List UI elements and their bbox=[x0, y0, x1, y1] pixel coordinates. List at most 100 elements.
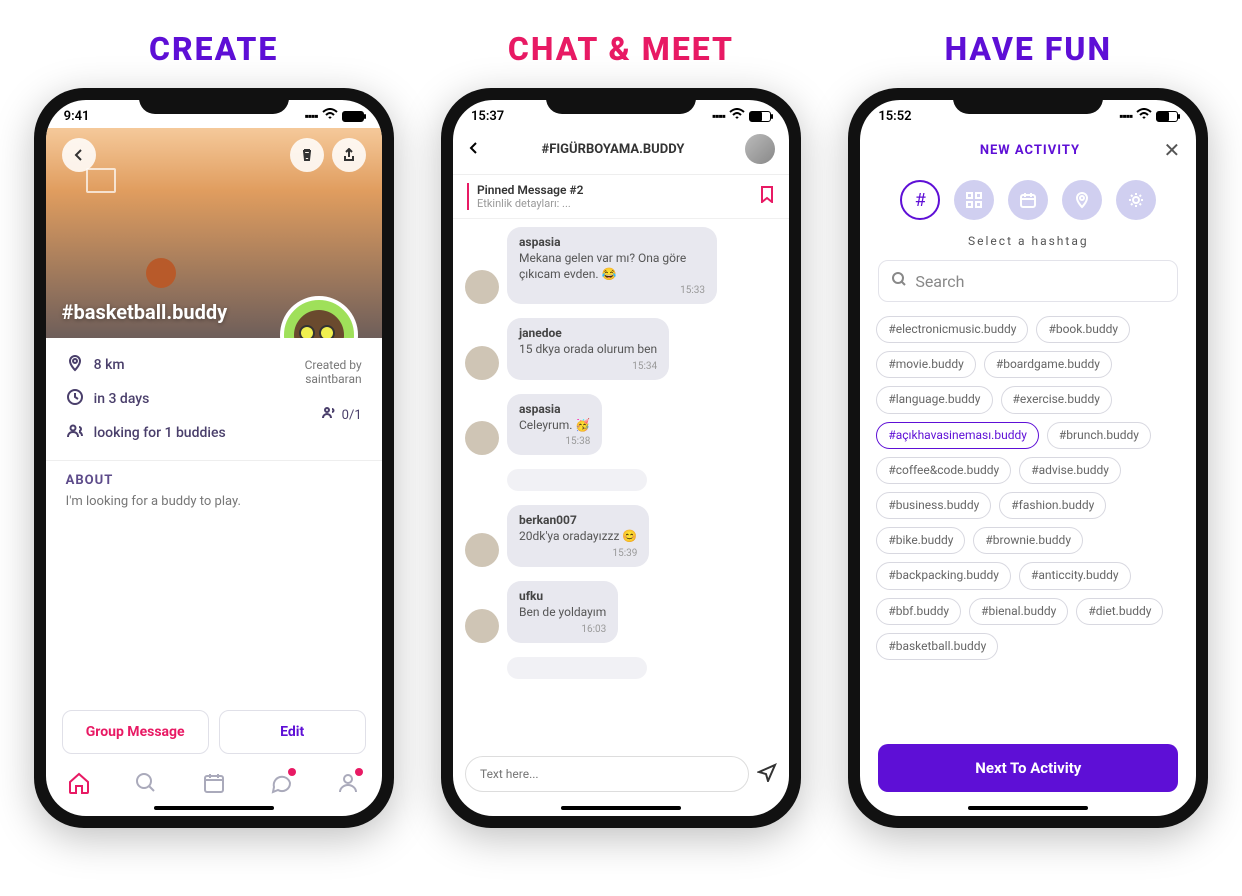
back-button[interactable] bbox=[62, 138, 96, 172]
hashtag-chip[interactable]: #fashion.buddy bbox=[999, 492, 1106, 519]
battery-icon bbox=[342, 111, 364, 122]
message-input[interactable] bbox=[465, 756, 749, 792]
nav-chat-icon[interactable] bbox=[268, 770, 294, 796]
reply-preview bbox=[507, 469, 647, 491]
hashtag-chip[interactable]: #exercise.buddy bbox=[1001, 386, 1112, 413]
avatar[interactable] bbox=[280, 296, 358, 338]
wifi-icon bbox=[729, 108, 745, 124]
hashtag-list: #electronicmusic.buddy #book.buddy #movie.… bbox=[860, 316, 1196, 734]
share-button[interactable] bbox=[332, 138, 366, 172]
phone-frame-create: 9:41 ▪▪▪▪ bbox=[34, 88, 394, 828]
nav-profile-icon[interactable] bbox=[335, 770, 361, 796]
message-sender: berkan007 bbox=[519, 513, 637, 527]
hashtag-chip[interactable]: #coffee&code.buddy bbox=[876, 457, 1011, 484]
edit-button[interactable]: Edit bbox=[219, 710, 366, 754]
chat-avatar[interactable] bbox=[745, 134, 775, 164]
hashtag-chip[interactable]: #advise.buddy bbox=[1019, 457, 1121, 484]
group-message-button[interactable]: Group Message bbox=[62, 710, 209, 754]
hashtag-chip[interactable]: #bienal.buddy bbox=[969, 598, 1068, 625]
hashtag-chip[interactable]: #boardgame.buddy bbox=[984, 351, 1112, 378]
signal-icon: ▪▪▪▪ bbox=[305, 109, 318, 123]
hashtag-search[interactable]: Search bbox=[878, 260, 1178, 302]
signal-icon: ▪▪▪▪ bbox=[712, 109, 725, 123]
signal-icon: ▪▪▪▪ bbox=[1119, 109, 1132, 123]
message-time: 15:33 bbox=[519, 285, 705, 296]
message-avatar[interactable] bbox=[465, 421, 499, 455]
hashtag-chip[interactable]: #brownie.buddy bbox=[973, 527, 1083, 554]
hashtag-chip[interactable]: #bbf.buddy bbox=[876, 598, 961, 625]
message-time: 16:03 bbox=[519, 624, 606, 635]
message: janedoe15 dkya orada olurum ben15:34 bbox=[465, 318, 777, 380]
nav-search-icon[interactable] bbox=[133, 770, 159, 796]
search-placeholder: Search bbox=[915, 272, 964, 291]
about-text: I'm looking for a buddy to play. bbox=[66, 494, 362, 509]
clock-icon bbox=[66, 388, 84, 410]
hashtag-chip[interactable]: #language.buddy bbox=[876, 386, 992, 413]
hashtag-chip[interactable]: #bike.buddy bbox=[876, 527, 965, 554]
message-avatar[interactable] bbox=[465, 609, 499, 643]
hashtag-chip[interactable]: #basketball.buddy bbox=[876, 633, 998, 660]
send-button[interactable] bbox=[757, 762, 777, 787]
step-category-icon[interactable] bbox=[954, 180, 994, 220]
message-bubble: berkan00720dk'ya oradayızzz 😊15:39 bbox=[507, 505, 649, 567]
message-avatar[interactable] bbox=[465, 270, 499, 304]
message-sender: aspasia bbox=[519, 402, 590, 416]
hashtag-chip[interactable]: #business.buddy bbox=[876, 492, 991, 519]
hashtag-chip[interactable]: #movie.buddy bbox=[876, 351, 976, 378]
when-text: in 3 days bbox=[94, 391, 150, 407]
people-small-icon bbox=[321, 405, 337, 425]
hashtag-chip[interactable]: #brunch.buddy bbox=[1047, 422, 1151, 449]
chat-title: #FIGÜRBOYAMA.BUDDY bbox=[481, 142, 745, 157]
message-bubble: aspasiaCeleyrum. 🥳15:38 bbox=[507, 394, 602, 456]
message-sender: aspasia bbox=[519, 235, 705, 249]
heading-create: CREATE bbox=[149, 30, 278, 68]
heading-chat: CHAT & MEET bbox=[508, 30, 734, 68]
chat-body[interactable]: aspasia Mekana gelen var mı? Ona göre çık… bbox=[453, 219, 789, 748]
message: ufkuBen de yoldayım16:03 bbox=[465, 581, 777, 643]
info-looking: looking for 1 buddies bbox=[66, 422, 362, 444]
step-location-icon[interactable] bbox=[1062, 180, 1102, 220]
status-time: 9:41 bbox=[64, 109, 90, 124]
pinned-message[interactable]: Pinned Message #2 Etkinlik detayları: ..… bbox=[467, 183, 583, 210]
info-when: in 3 days bbox=[66, 388, 362, 410]
message-avatar[interactable] bbox=[465, 533, 499, 567]
message-time: 15:34 bbox=[519, 361, 657, 372]
message-bubble: janedoe15 dkya orada olurum ben15:34 bbox=[507, 318, 669, 380]
heading-havefun: HAVE FUN bbox=[945, 30, 1112, 68]
hero-image: #basketball.buddy bbox=[46, 128, 382, 338]
hashtag-chip[interactable]: #diet.buddy bbox=[1076, 598, 1163, 625]
battery-icon bbox=[749, 111, 771, 122]
hashtag-chip[interactable]: #book.buddy bbox=[1036, 316, 1130, 343]
delete-button[interactable] bbox=[290, 138, 324, 172]
wifi-icon bbox=[322, 108, 338, 124]
search-icon bbox=[891, 271, 907, 291]
message-text: Mekana gelen var mı? Ona göre çıkıcam ev… bbox=[519, 251, 705, 282]
step-date-icon[interactable] bbox=[1008, 180, 1048, 220]
bookmark-icon[interactable] bbox=[759, 185, 775, 208]
close-button[interactable]: ✕ bbox=[1164, 138, 1181, 162]
pinned-sub: Etkinlik detayları: ... bbox=[477, 197, 583, 210]
notch bbox=[953, 88, 1103, 114]
looking-text: looking for 1 buddies bbox=[94, 425, 226, 441]
step-hashtag-icon[interactable]: # bbox=[900, 180, 940, 220]
select-hashtag-label: Select a hashtag bbox=[860, 234, 1196, 248]
back-button[interactable] bbox=[467, 140, 481, 159]
notch bbox=[139, 88, 289, 114]
reply-preview bbox=[507, 657, 647, 679]
hashtag-chip[interactable]: #electronicmusic.buddy bbox=[876, 316, 1028, 343]
hashtag-chip[interactable]: #backpacking.buddy bbox=[876, 562, 1011, 589]
step-settings-icon[interactable] bbox=[1116, 180, 1156, 220]
message: berkan00720dk'ya oradayızzz 😊15:39 bbox=[465, 505, 777, 567]
hashtag-chip[interactable]: #açıkhavasineması.buddy bbox=[876, 422, 1039, 449]
next-button[interactable]: Next To Activity bbox=[878, 744, 1178, 792]
message-bubble: ufkuBen de yoldayım16:03 bbox=[507, 581, 618, 643]
message-sender: ufku bbox=[519, 589, 606, 603]
home-indicator bbox=[154, 806, 274, 810]
hashtag-chip[interactable]: #anticcity.buddy bbox=[1019, 562, 1131, 589]
nav-calendar-icon[interactable] bbox=[201, 770, 227, 796]
phone-frame-activity: 15:52 ▪▪▪▪ NEW ACTIVITY ✕ # Select a bbox=[848, 88, 1208, 828]
home-indicator bbox=[561, 806, 681, 810]
nav-home-icon[interactable] bbox=[66, 770, 92, 796]
battery-icon bbox=[1156, 111, 1178, 122]
message-avatar[interactable] bbox=[465, 346, 499, 380]
